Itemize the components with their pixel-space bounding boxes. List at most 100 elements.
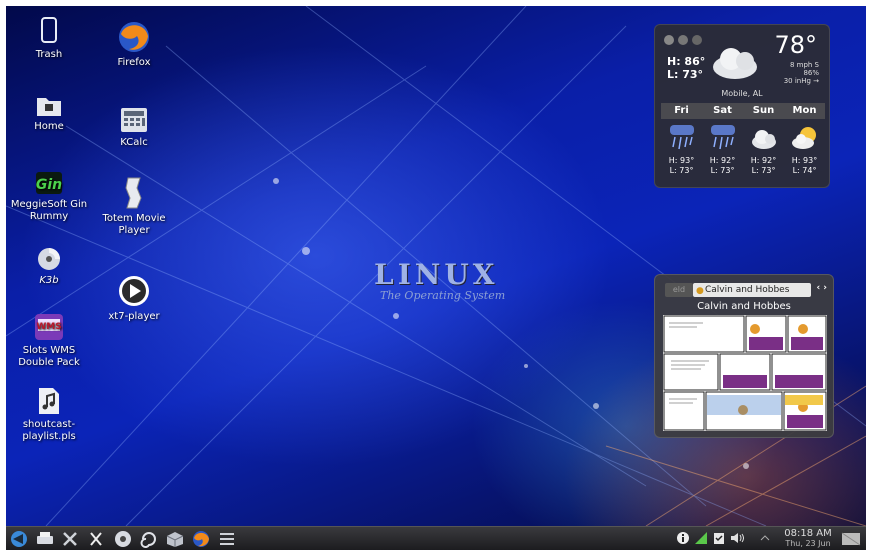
swirl-icon <box>140 532 156 548</box>
clock-date: Thu, 23 Jun <box>785 539 831 548</box>
svg-text:WMS: WMS <box>36 322 61 332</box>
slots-icon: WMS <box>35 314 63 340</box>
desktop-icon-label: KCalc <box>120 137 148 148</box>
launcher-tools[interactable] <box>60 529 82 549</box>
forecast-low: L: 73° <box>751 166 776 175</box>
forecast-high: H: 93° <box>791 156 818 165</box>
disc-icon <box>115 531 131 547</box>
weather-widget[interactable]: H: 86° L: 73° 78° 8 mph S 86% 30 inHg → … <box>654 24 830 188</box>
desktop-icon-home[interactable]: Home <box>9 94 89 133</box>
desktop-icon-totem[interactable]: Totem Movie Player <box>94 176 174 237</box>
wallpaper-title: LINUX <box>374 258 499 291</box>
kde-menu-button[interactable] <box>8 529 30 549</box>
forecast-row: H: 93° L: 73° H: 92° L: 73° H: 92° L: 73… <box>661 123 825 176</box>
cloudy-icon <box>751 130 776 149</box>
launcher-firefox[interactable] <box>190 529 212 549</box>
firefox-icon <box>193 531 209 547</box>
package-icon <box>166 532 184 547</box>
clipboard-icon <box>714 533 724 544</box>
desktop-icon-xt7-player[interactable]: xt7-player <box>94 274 174 323</box>
folder-home-icon <box>37 98 61 116</box>
cloudy-icon <box>713 48 757 79</box>
tray-clipboard[interactable] <box>712 531 726 545</box>
forecast-column: H: 92° L: 73° <box>743 123 784 176</box>
thunderstorm-icon <box>710 125 735 150</box>
desktop-icon-gin-rummy[interactable]: Gin MeggieSoft Gin Rummy <box>9 170 89 223</box>
tray-volume[interactable] <box>730 531 744 545</box>
audio-file-icon <box>39 388 59 414</box>
gin-rummy-icon: Gin <box>36 172 62 194</box>
comic-widget[interactable]: eld ● Calvin and Hobbes ‹ › Calvin and H… <box>654 274 834 438</box>
desktop-icon-k3b[interactable]: K3b <box>9 246 89 287</box>
tray-info[interactable] <box>676 531 690 545</box>
launcher-printer[interactable] <box>34 529 56 549</box>
launcher-settings[interactable] <box>86 529 108 549</box>
launcher-package[interactable] <box>164 529 186 549</box>
desktop-icon-label: xt7-player <box>108 311 160 322</box>
comic-tabbar: eld ● Calvin and Hobbes ‹ › <box>659 283 831 297</box>
trash-icon <box>41 17 57 43</box>
desktop-screen-icon <box>841 532 861 546</box>
info-icon <box>677 532 689 544</box>
desktop-icon-label: MeggieSoft Gin Rummy <box>10 199 88 222</box>
k3b-disc-icon <box>38 248 60 270</box>
desktop-icon-firefox[interactable]: Firefox <box>94 20 174 69</box>
taskbar-panel: 08:18 AM Thu, 23 Jun <box>6 526 866 550</box>
wallpaper-subtitle: The Operating System <box>380 289 506 302</box>
play-icon <box>119 276 149 306</box>
forecast-low: L: 74° <box>792 166 817 175</box>
settings-icon <box>90 532 102 546</box>
svg-text:Gin: Gin <box>36 177 62 193</box>
comic-tab-label: Calvin and Hobbes <box>705 285 790 295</box>
desktop-icon-trash[interactable]: Trash <box>9 16 89 61</box>
clock[interactable]: 08:18 AM Thu, 23 Jun <box>780 529 836 549</box>
forecast-high: H: 92° <box>750 156 777 165</box>
desktop-icon-label: K3b <box>39 275 59 286</box>
comic-nav-arrows[interactable]: ‹ › <box>816 283 827 293</box>
forecast-low: L: 73° <box>669 166 694 175</box>
desktop-icon-label: Slots WMS Double Pack <box>18 345 80 368</box>
show-desktop-button[interactable] <box>840 529 862 549</box>
desktop-icon-slots[interactable]: WMS Slots WMS Double Pack <box>9 312 89 369</box>
printer-icon <box>37 532 53 544</box>
thunderstorm-icon <box>669 125 694 150</box>
forecast-column: H: 92° L: 73° <box>702 123 743 176</box>
weather-low: L: 73° <box>667 68 704 81</box>
firefox-icon <box>119 22 149 52</box>
weather-today-highlow: H: 86° L: 73° <box>667 55 705 81</box>
calculator-icon <box>121 108 147 132</box>
desktop-icon-shoutcast[interactable]: shoutcast-playlist.pls <box>9 386 89 443</box>
clock-time: 08:18 AM <box>784 528 832 539</box>
totem-film-icon <box>125 177 142 209</box>
forecast-day-header: Fri Sat Sun Mon <box>661 103 825 119</box>
launcher-list[interactable] <box>216 529 238 549</box>
wallpaper-logo: LINUX The Operating System <box>374 258 505 302</box>
list-icon <box>220 533 234 545</box>
desktop-icon-label: Totem Movie Player <box>102 213 166 236</box>
desktop-icon-label: Home <box>34 121 64 132</box>
forecast-high: H: 92° <box>709 156 736 165</box>
weather-pressure: 30 inHg → <box>783 77 819 85</box>
comic-title: Calvin and Hobbes <box>697 301 791 312</box>
comic-strip-image[interactable] <box>663 315 827 431</box>
desktop-icon-label: Firefox <box>117 57 151 68</box>
forecast-day-name: Fri <box>674 105 689 116</box>
weather-humidity: 86% <box>803 69 819 77</box>
comic-tab-previous[interactable]: eld <box>665 283 693 297</box>
comic-tab-active[interactable]: ● Calvin and Hobbes <box>693 283 811 297</box>
launcher-swirl[interactable] <box>138 529 160 549</box>
weather-wind: 8 mph S <box>789 61 819 69</box>
partly-sunny-icon <box>791 127 816 149</box>
launcher-disc[interactable] <box>112 529 134 549</box>
kde-menu-icon <box>11 531 27 547</box>
tray-network[interactable] <box>694 531 708 545</box>
desktop-icon-kcalc[interactable]: KCalc <box>94 106 174 149</box>
forecast-high: H: 93° <box>668 156 695 165</box>
forecast-day-name: Mon <box>792 105 817 116</box>
lightbulb-icon: ● <box>696 286 704 296</box>
tray-expand[interactable] <box>758 531 772 545</box>
chevron-up-icon <box>760 535 770 541</box>
network-icon <box>695 532 707 544</box>
weather-location: Mobile, AL <box>721 89 763 98</box>
weather-details: 8 mph S 86% 30 inHg → <box>784 61 819 85</box>
